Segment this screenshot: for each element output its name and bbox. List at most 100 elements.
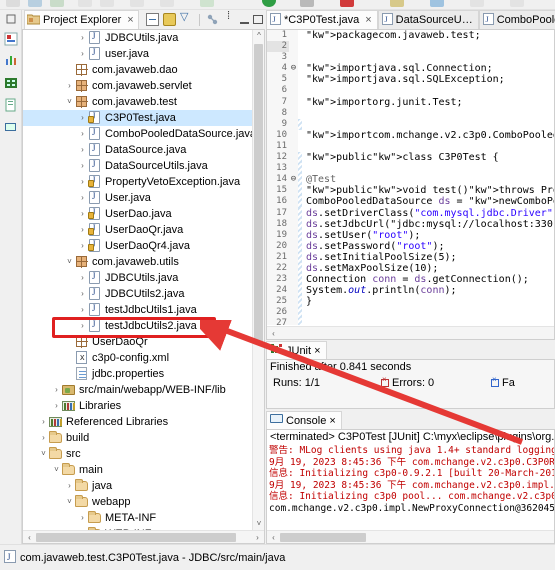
close-icon[interactable]: × xyxy=(127,14,133,26)
fold-marker-icon[interactable] xyxy=(289,274,298,286)
fold-marker-icon[interactable] xyxy=(289,185,298,197)
search-icon[interactable] xyxy=(130,0,144,7)
expand-arrow-icon[interactable]: › xyxy=(77,178,88,186)
tab-junit[interactable]: JUnit × xyxy=(266,341,327,359)
tree-item[interactable]: › testJdbcUtils1.java xyxy=(23,302,252,318)
expand-arrow-icon[interactable]: › xyxy=(77,210,88,218)
expand-arrow-icon[interactable]: › xyxy=(77,226,88,234)
scroll-right-icon[interactable]: › xyxy=(251,533,264,542)
expand-arrow-icon[interactable]: › xyxy=(51,402,62,410)
code-line[interactable]: 13 xyxy=(267,163,554,175)
expand-arrow-icon[interactable]: ˅ xyxy=(64,98,75,106)
servers-icon[interactable] xyxy=(4,76,18,90)
expand-arrow-icon[interactable]: ˅ xyxy=(64,258,75,266)
tree-item[interactable]: › Referenced Libraries xyxy=(23,414,252,430)
code-line[interactable]: 15 "kw">public "kw" >void test() "kw" >thr… xyxy=(267,185,554,197)
console-body[interactable]: <terminated> C3P0Test [JUnit] C:\myx\ecl… xyxy=(266,429,555,544)
collapse-all-icon[interactable] xyxy=(146,13,159,26)
tree-item[interactable]: › build xyxy=(23,430,252,446)
code-line[interactable]: 5 "kw">import java.sql.SQLException; xyxy=(267,74,554,86)
tree-item[interactable]: jdbc.properties xyxy=(23,366,252,382)
code-line[interactable]: 27 xyxy=(267,318,554,325)
tree-horizontal-scrollbar[interactable]: ‹ › xyxy=(23,530,264,543)
code-line[interactable]: 11 xyxy=(267,140,554,153)
editor-tab[interactable]: J DataSourceU… xyxy=(377,10,479,29)
tree-item[interactable]: com.javaweb.dao xyxy=(23,62,252,78)
tree-item[interactable]: › PropertyVetoException.java xyxy=(23,174,252,190)
build-icon[interactable] xyxy=(78,0,92,7)
code-line[interactable]: 18 ds.setJdbcUrl("jdbc:mysql://localhost… xyxy=(267,218,554,230)
link-with-editor-icon[interactable] xyxy=(163,13,176,26)
tree-item[interactable]: ˅ com.javaweb.utils xyxy=(23,254,252,270)
hscroll-track[interactable] xyxy=(280,328,554,339)
hscroll-track[interactable] xyxy=(36,532,251,543)
fold-marker-icon[interactable] xyxy=(289,318,298,325)
maximize-icon[interactable] xyxy=(253,15,263,24)
console-horizontal-scrollbar[interactable]: ‹ xyxy=(267,530,554,543)
fold-marker-icon[interactable] xyxy=(289,285,298,297)
close-icon[interactable]: × xyxy=(329,415,335,427)
expand-arrow-icon[interactable]: › xyxy=(64,482,75,490)
fold-marker-icon[interactable] xyxy=(289,96,298,108)
code-line[interactable]: 3 xyxy=(267,52,554,64)
focus-on-active-task-icon[interactable] xyxy=(206,13,219,26)
java-perspective-icon[interactable] xyxy=(430,0,444,7)
expand-arrow-icon[interactable]: › xyxy=(38,418,49,426)
fold-marker-icon[interactable] xyxy=(289,118,298,130)
code-line[interactable]: 4 ⊖ "kw">import java.sql.Connection; xyxy=(267,63,554,75)
expand-arrow-icon[interactable]: › xyxy=(77,50,88,58)
debug-icon[interactable] xyxy=(100,0,114,7)
close-icon[interactable]: × xyxy=(365,14,371,26)
expand-arrow-icon[interactable]: › xyxy=(64,82,75,90)
expand-arrow-icon[interactable]: › xyxy=(38,434,49,442)
expand-arrow-icon[interactable]: › xyxy=(77,274,88,282)
tree-item[interactable]: › DataSource.java xyxy=(23,142,252,158)
code-line[interactable]: 25 } xyxy=(267,296,554,308)
code-line[interactable]: 23 Connection conn = ds.getConnection(); xyxy=(267,274,554,286)
tree-item[interactable]: › META-INF xyxy=(23,510,252,526)
tree-item[interactable]: › Libraries xyxy=(23,398,252,414)
fold-marker-icon[interactable] xyxy=(289,129,298,141)
print-icon[interactable] xyxy=(50,0,64,7)
code-line[interactable]: 20 ds.setPassword("root"); xyxy=(267,240,554,252)
scroll-left-icon[interactable]: ‹ xyxy=(267,329,280,338)
fold-marker-icon[interactable] xyxy=(289,251,298,263)
scroll-left-icon[interactable]: ‹ xyxy=(23,533,36,542)
scroll-thumb[interactable] xyxy=(254,44,263,344)
expand-arrow-icon[interactable]: › xyxy=(77,146,88,154)
code-line[interactable]: 1 "kw">package com.javaweb.test; xyxy=(267,30,554,42)
next-annotation-icon[interactable] xyxy=(160,0,174,7)
code-line[interactable]: 9 xyxy=(267,118,554,130)
external-tools-icon[interactable] xyxy=(470,0,484,7)
fold-marker-icon[interactable] xyxy=(289,30,298,42)
expand-arrow-icon[interactable]: › xyxy=(77,130,88,138)
view-menu-icon[interactable] xyxy=(223,10,236,26)
code-line[interactable]: 21 ds.setInitialPoolSize(5); xyxy=(267,251,554,263)
code-line[interactable]: 7 "kw">import org.junit.Test; xyxy=(267,96,554,108)
minimize-icon[interactable] xyxy=(240,16,249,24)
hscroll-thumb[interactable] xyxy=(36,532,236,542)
code-line[interactable]: 6 xyxy=(267,85,554,97)
code-line[interactable]: 10 "kw">import com.mchange.v2.c3p0.ComboP… xyxy=(267,129,554,141)
tree-item[interactable]: › JDBCUtils2.java xyxy=(23,286,252,302)
fold-marker-icon[interactable] xyxy=(289,140,298,153)
stop-icon[interactable] xyxy=(340,0,354,7)
package-explorer-icon[interactable] xyxy=(4,32,18,46)
tree-item[interactable]: › User.java xyxy=(23,190,252,206)
fold-marker-icon[interactable] xyxy=(289,296,298,308)
console-view-icon[interactable] xyxy=(4,120,18,134)
code-line[interactable]: 2 xyxy=(267,41,554,53)
tree-vertical-scrollbar[interactable]: ^ ˅ xyxy=(252,30,264,530)
fold-marker-icon[interactable]: ⊖ xyxy=(289,63,298,75)
fold-marker-icon[interactable] xyxy=(289,196,298,208)
editor-tab[interactable]: J *C3P0Test.java × xyxy=(266,10,378,29)
expand-arrow-icon[interactable]: › xyxy=(77,322,88,330)
fold-marker-icon[interactable] xyxy=(289,207,298,219)
expand-arrow-icon[interactable]: › xyxy=(77,34,88,42)
fold-marker-icon[interactable] xyxy=(289,262,298,275)
scroll-left-icon[interactable]: ‹ xyxy=(267,533,280,542)
fold-marker-icon[interactable] xyxy=(289,307,298,319)
tree-item[interactable]: ˅ src xyxy=(23,446,252,462)
perspective-icon[interactable] xyxy=(390,0,404,7)
tree-item[interactable]: ˅ com.javaweb.test xyxy=(23,94,252,110)
